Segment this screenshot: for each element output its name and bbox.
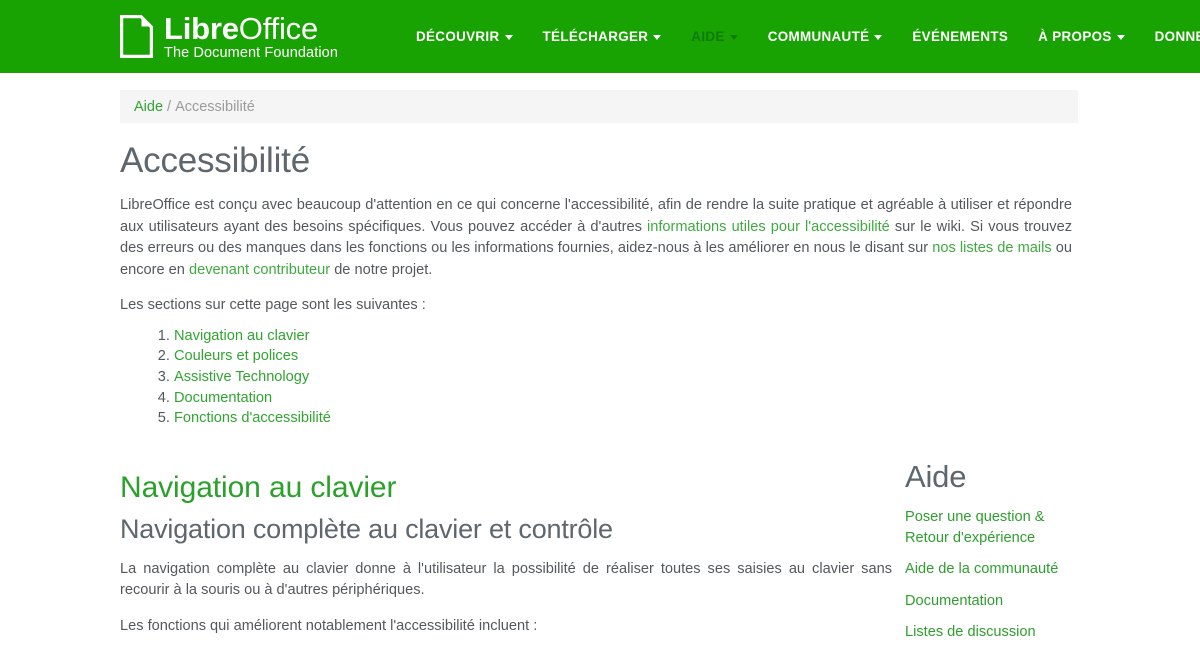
- brand-name-bold: Libre: [164, 10, 239, 46]
- sidebar-title: Aide: [905, 459, 967, 494]
- nav-item-aide[interactable]: AIDE: [676, 29, 752, 44]
- brand-name: LibreOffice: [164, 12, 338, 45]
- nav-item-evenements[interactable]: ÉVÉNEMENTS: [897, 29, 1023, 44]
- site-header: LibreOffice The Document Foundation DÉCO…: [0, 0, 1200, 73]
- nav-label: TÉLÉCHARGER: [542, 29, 649, 44]
- link-become-contributor[interactable]: devenant contributeur: [189, 262, 330, 278]
- section-link-fonctions-accessibilite[interactable]: Fonctions d'accessibilité: [174, 410, 331, 426]
- section-link-navigation-clavier[interactable]: Navigation au clavier: [174, 328, 309, 344]
- nav-label: À PROPOS: [1038, 29, 1112, 44]
- sections-lead: Les sections sur cette page sont les sui…: [120, 297, 426, 313]
- chevron-down-icon: [653, 35, 662, 40]
- chevron-down-icon: [504, 35, 513, 40]
- section-index-list: Navigation au clavier Couleurs et police…: [174, 326, 1072, 429]
- section-link-documentation[interactable]: Documentation: [174, 390, 272, 406]
- intro-text-4: de notre projet.: [330, 261, 433, 278]
- breadcrumb: Aide / Accessibilité: [120, 90, 1078, 123]
- nav-label: DÉCOUVRIR: [416, 29, 500, 44]
- brand-name-light: Office: [238, 10, 319, 46]
- intro-paragraph: LibreOffice est conçu avec beaucoup d'at…: [120, 195, 1072, 281]
- brand-subtitle: The Document Foundation: [164, 44, 338, 61]
- breadcrumb-current: Accessibilité: [175, 98, 255, 115]
- nav-label: AIDE: [691, 29, 725, 44]
- nav-item-donner[interactable]: DONNER: [1140, 29, 1200, 44]
- sidebar-link-aide-communaute[interactable]: Aide de la communauté: [905, 559, 1080, 580]
- nav-item-a-propos[interactable]: À PROPOS: [1023, 29, 1140, 44]
- chevron-down-icon: [729, 35, 738, 40]
- nav-label: COMMUNAUTÉ: [767, 29, 870, 44]
- page-body: Accessibilité LibreOffice est conçu avec…: [0, 141, 1200, 648]
- section-link-couleurs-polices[interactable]: Couleurs et polices: [174, 348, 298, 364]
- page-title: Accessibilité: [120, 141, 310, 180]
- document-page-icon: [120, 15, 153, 58]
- breadcrumb-separator: /: [167, 98, 172, 115]
- paragraph-keyboard-navigation: La navigation complète au clavier donne …: [120, 560, 892, 599]
- list-item: Couleurs et polices: [174, 346, 1072, 366]
- nav-label: ÉVÉNEMENTS: [912, 29, 1009, 44]
- main-navigation: DÉCOUVRIR TÉLÉCHARGER AIDE COMMUNAUTÉ ÉV…: [401, 21, 1200, 53]
- chevron-down-icon: [874, 35, 883, 40]
- list-item: Fonctions d'accessibilité: [174, 408, 1072, 428]
- sidebar-link-poser-question[interactable]: Poser une question & Retour d'expérience: [905, 507, 1080, 548]
- nav-item-decouvrir[interactable]: DÉCOUVRIR: [401, 29, 528, 44]
- list-item: Navigation au clavier: [174, 326, 1072, 346]
- chevron-down-icon: [1116, 35, 1125, 40]
- link-accessibility-info[interactable]: informations utiles pour l'accessibilité: [647, 219, 890, 235]
- list-item: Documentation: [174, 388, 1072, 408]
- link-mailing-lists[interactable]: nos listes de mails: [932, 240, 1051, 256]
- site-logo-link[interactable]: LibreOffice The Document Foundation: [120, 12, 338, 62]
- nav-item-telecharger[interactable]: TÉLÉCHARGER: [528, 29, 677, 44]
- list-item: Assistive Technology: [174, 367, 1072, 387]
- sidebar-link-documentation[interactable]: Documentation: [905, 591, 1080, 612]
- nav-item-communaute[interactable]: COMMUNAUTÉ: [753, 29, 898, 44]
- sidebar-link-listes-discussion[interactable]: Listes de discussion: [905, 622, 1080, 643]
- help-sidebar: Aide Poser une question & Retour d'expér…: [905, 459, 1080, 648]
- features-lead: Les fonctions qui améliorent notablement…: [120, 617, 538, 634]
- breadcrumb-item-aide[interactable]: Aide: [134, 99, 163, 115]
- nav-label: DONNER: [1154, 29, 1200, 44]
- section-link-assistive-technology[interactable]: Assistive Technology: [174, 369, 309, 385]
